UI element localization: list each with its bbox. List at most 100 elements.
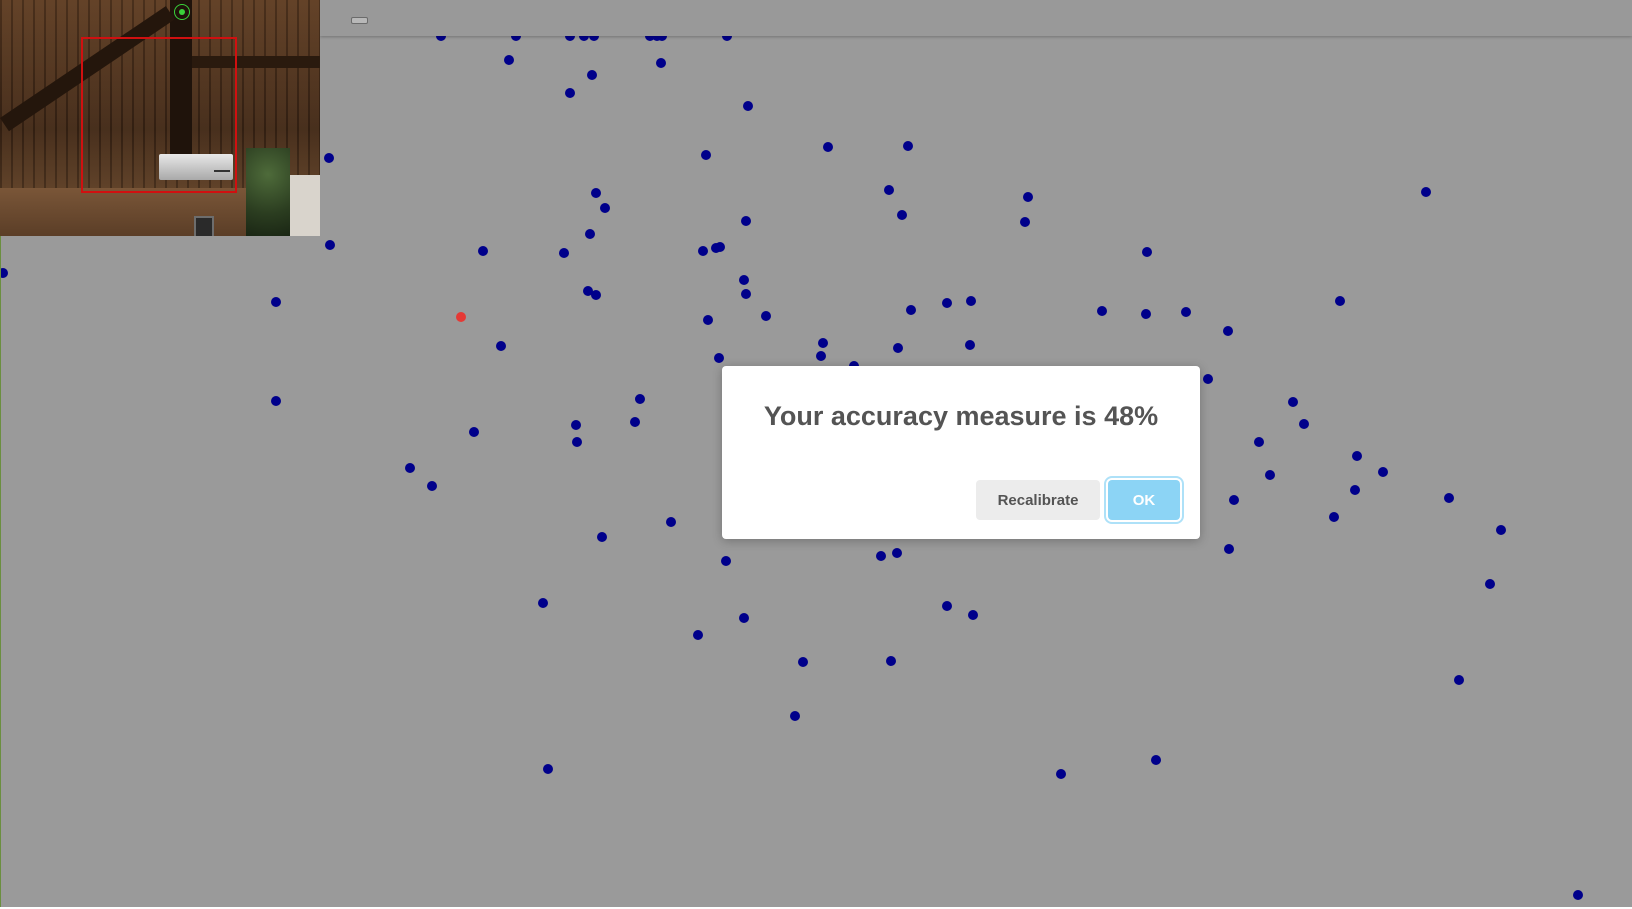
gaze-dot	[1378, 467, 1388, 477]
gaze-dot	[469, 427, 479, 437]
gaze-dot	[597, 532, 607, 542]
collapse-handle-icon[interactable]	[351, 17, 368, 24]
gaze-dot	[739, 613, 749, 623]
gaze-dot	[587, 70, 597, 80]
gaze-dot	[324, 153, 334, 163]
gaze-dot	[1203, 374, 1213, 384]
gaze-dot	[1329, 512, 1339, 522]
gaze-dot	[271, 396, 281, 406]
gaze-dot	[743, 101, 753, 111]
gaze-dot	[1181, 307, 1191, 317]
gaze-dot	[703, 315, 713, 325]
top-bar	[320, 0, 1632, 36]
gaze-dot	[721, 556, 731, 566]
gaze-dot	[942, 601, 952, 611]
gaze-dot	[1056, 769, 1066, 779]
gaze-dot	[816, 351, 826, 361]
gaze-dot	[427, 481, 437, 491]
gaze-dot	[1023, 192, 1033, 202]
gaze-dot	[741, 216, 751, 226]
gaze-dot	[478, 246, 488, 256]
gaze-dot	[741, 289, 751, 299]
calibration-screen: Your accuracy measure is 48% Recalibrate…	[0, 0, 1632, 909]
gaze-dot	[1444, 493, 1454, 503]
gaze-dot	[496, 341, 506, 351]
webcam-status-icon	[174, 4, 190, 20]
gaze-dot	[790, 711, 800, 721]
webcam-plant	[246, 148, 290, 236]
gaze-dot	[739, 275, 749, 285]
gaze-dot	[966, 296, 976, 306]
gaze-dot	[1421, 187, 1431, 197]
gaze-dot	[798, 657, 808, 667]
gaze-dot	[1141, 309, 1151, 319]
gaze-dot	[701, 150, 711, 160]
accuracy-dialog: Your accuracy measure is 48% Recalibrate…	[722, 366, 1200, 539]
gaze-dot	[271, 297, 281, 307]
gaze-dot	[876, 551, 886, 561]
gaze-dot	[1142, 247, 1152, 257]
gaze-dot	[635, 394, 645, 404]
left-edge-line	[0, 236, 1, 909]
gaze-dot	[1496, 525, 1506, 535]
gaze-target-dot	[456, 312, 466, 322]
webcam-picture-frame	[194, 216, 214, 236]
gaze-dot	[823, 142, 833, 152]
gaze-dot	[538, 598, 548, 608]
webcam-wall-panel	[290, 175, 320, 236]
gaze-dot	[405, 463, 415, 473]
gaze-dot	[1254, 437, 1264, 447]
gaze-dot	[968, 610, 978, 620]
webcam-preview	[0, 0, 320, 236]
gaze-dot	[666, 517, 676, 527]
gaze-dot	[903, 141, 913, 151]
face-detection-box	[81, 37, 237, 193]
gaze-dot	[543, 764, 553, 774]
gaze-dot	[715, 242, 725, 252]
gaze-dot	[1573, 890, 1583, 900]
gaze-dot	[504, 55, 514, 65]
gaze-dot	[818, 338, 828, 348]
gaze-dot	[1485, 579, 1495, 589]
gaze-dot	[325, 240, 335, 250]
gaze-dot	[630, 417, 640, 427]
gaze-dot	[656, 58, 666, 68]
gaze-dot	[591, 290, 601, 300]
gaze-dot	[1020, 217, 1030, 227]
gaze-dot	[693, 630, 703, 640]
gaze-dot	[1224, 544, 1234, 554]
gaze-dot	[600, 203, 610, 213]
gaze-dot	[1229, 495, 1239, 505]
gaze-dot	[572, 437, 582, 447]
gaze-dot	[1454, 675, 1464, 685]
gaze-dot	[1223, 326, 1233, 336]
gaze-dot	[942, 298, 952, 308]
gaze-dot	[1350, 485, 1360, 495]
gaze-dot	[1288, 397, 1298, 407]
ok-button[interactable]: OK	[1108, 480, 1180, 520]
gaze-dot	[1151, 755, 1161, 765]
gaze-dot	[893, 343, 903, 353]
gaze-dot	[559, 248, 569, 258]
gaze-dot	[906, 305, 916, 315]
gaze-dot	[591, 188, 601, 198]
gaze-dot	[884, 185, 894, 195]
gaze-dot	[571, 420, 581, 430]
gaze-dot	[565, 88, 575, 98]
accuracy-message: Your accuracy measure is 48%	[763, 401, 1159, 431]
gaze-dot	[0, 268, 8, 278]
gaze-dot	[1097, 306, 1107, 316]
gaze-dot	[1352, 451, 1362, 461]
gaze-dot	[892, 548, 902, 558]
gaze-dot	[1335, 296, 1345, 306]
gaze-dot	[761, 311, 771, 321]
gaze-dot	[585, 229, 595, 239]
gaze-dot	[698, 246, 708, 256]
gaze-dot	[897, 210, 907, 220]
recalibrate-button[interactable]: Recalibrate	[976, 480, 1100, 520]
gaze-dot	[1265, 470, 1275, 480]
gaze-dot	[1299, 419, 1309, 429]
gaze-dot	[965, 340, 975, 350]
gaze-dot	[714, 353, 724, 363]
gaze-dot	[886, 656, 896, 666]
